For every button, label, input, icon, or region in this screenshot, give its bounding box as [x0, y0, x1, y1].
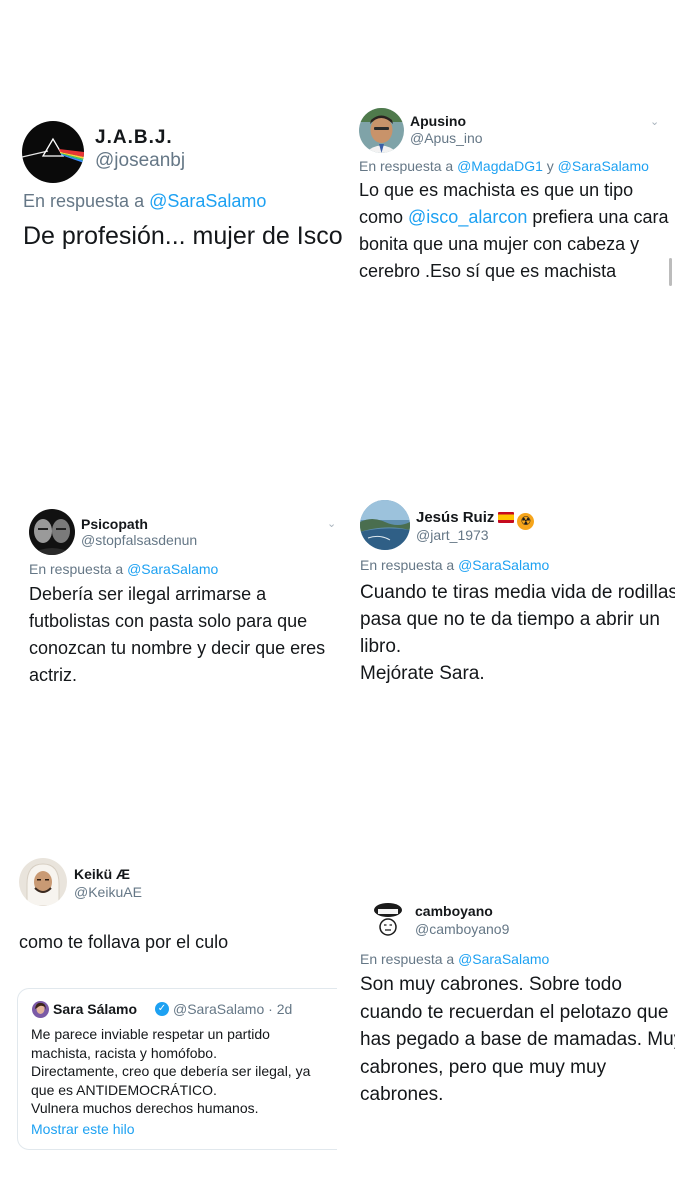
tweet-text-line: De profesión... mujer de Isco — [23, 222, 343, 250]
mention-link[interactable]: @SaraSalamo — [558, 158, 649, 174]
mention-link[interactable]: @isco_alarcon — [408, 207, 527, 227]
user-name-text: Jesús Ruiz — [416, 509, 495, 526]
tweet-text-line: pasa que no te da tiempo a abrir un — [360, 609, 660, 630]
mention-link[interactable]: @SaraSalamo — [458, 951, 549, 967]
reply-prefix: En respuesta a — [359, 158, 454, 174]
tweet-text-line: Lo que es machista es que un tipo — [359, 180, 634, 200]
tweet-text: Son muy cabrones. Sobre todo cuando te r… — [360, 975, 675, 1113]
tweet-text: Lo que es machista es que un tipo como @… — [359, 181, 668, 289]
avatar[interactable] — [32, 1001, 49, 1018]
chevron-down-icon[interactable]: ⌄ — [327, 517, 336, 530]
reply-context: En respuesta a @MagdaDG1 y @SaraSalamo — [359, 158, 649, 174]
tweet-text-line: como @isco_alarcon prefiera una cara — [359, 208, 668, 235]
tweet-text-line: Son muy cabrones. Sobre todo — [360, 974, 622, 995]
mention-link[interactable]: @SaraSalamo — [458, 557, 549, 573]
tweet-text-line: futbolistas con pasta solo para que — [29, 611, 308, 631]
user-handle[interactable]: @KeikuAE — [74, 884, 142, 900]
reply-joiner: y — [546, 158, 554, 174]
tweet-text: De profesión... mujer de Isco — [23, 224, 343, 249]
tweet-text: Cuando te tiras media vida de rodillas p… — [360, 583, 675, 691]
tweet-text-line: has pegado a base de mamadas. Muy — [360, 1029, 675, 1050]
user-name[interactable]: J.A.B.J. — [95, 127, 173, 149]
reply-context: En respuesta a @SaraSalamo — [23, 191, 266, 212]
tweet-text-line: conozcan tu nombre y decir que eres — [29, 638, 326, 658]
user-name[interactable]: Keikü Æ — [74, 866, 130, 882]
reply-prefix: En respuesta a — [23, 191, 145, 211]
show-thread-link[interactable]: Mostrar este hilo — [31, 1121, 134, 1137]
tweet-text-line: Debería ser ilegal arrimarse a — [29, 584, 267, 604]
tweet-text-line: cuando te recuerdan el pelotazo que — [360, 1001, 669, 1023]
avatar[interactable] — [19, 858, 67, 906]
mention-link[interactable]: @SaraSalamo — [127, 561, 218, 577]
reply-prefix: En respuesta a — [360, 951, 455, 967]
tweet-text: Debería ser ilegal arrimarse a futbolist… — [29, 585, 325, 693]
avatar[interactable] — [364, 897, 412, 945]
reply-context: En respuesta a @SaraSalamo — [360, 951, 549, 967]
verified-badge-icon: ✓ — [155, 1002, 169, 1016]
quoted-tweet[interactable]: Sara Sálamo ✓ @SaraSalamo · 2d Me parece… — [17, 988, 337, 1150]
tweet-text-line: cabrones, pero que muy muy — [360, 1056, 607, 1078]
quoted-user-meta[interactable]: @SaraSalamo · 2d — [173, 1001, 292, 1017]
avatar-prism-icon[interactable] — [22, 121, 84, 183]
user-handle[interactable]: @jart_1973 — [416, 527, 489, 543]
spain-flag-icon — [498, 512, 515, 523]
tweet-text-line: cerebro .Eso sí que es machista — [359, 261, 617, 281]
user-name[interactable]: Psicopath — [81, 516, 148, 532]
user-handle[interactable]: @joseanbj — [95, 150, 185, 172]
tweet-text: como te follava por el culo — [19, 933, 228, 951]
reply-context: En respuesta a @SaraSalamo — [29, 561, 218, 577]
mention-link[interactable]: @SaraSalamo — [149, 191, 266, 211]
quoted-user-name[interactable]: Sara Sálamo — [53, 1001, 137, 1017]
avatar[interactable] — [359, 108, 404, 153]
tweet-text-line: cabrones. — [360, 1084, 444, 1105]
mention-link[interactable]: @MagdaDG1 — [457, 158, 543, 174]
avatar[interactable] — [360, 500, 410, 550]
avatar[interactable] — [29, 509, 75, 555]
user-handle[interactable]: @camboyano9 — [415, 921, 509, 937]
tweet-text-fragment: prefiera una cara — [532, 207, 669, 227]
tweet-text-line: libro. — [360, 636, 402, 657]
radioactive-icon: ☢ — [517, 512, 535, 530]
quoted-tweet-text: Me parece inviable respetar un partido m… — [31, 1026, 310, 1119]
quoted-text-line: Directamente, creo que debería ser ilega… — [31, 1063, 311, 1079]
quoted-text-line: que es ANTIDEMOCRÁTICO. — [31, 1081, 217, 1098]
tweet-text-line: actriz. — [29, 665, 78, 685]
chevron-down-icon[interactable]: ⌄ — [650, 115, 659, 128]
reply-context: En respuesta a @SaraSalamo — [360, 557, 549, 573]
tweet-text-line: Mejórate Sara. — [360, 663, 485, 684]
tweet-text-line: Cuando te tiras media vida de rodillas — [360, 582, 675, 603]
tweet-text-fragment: como — [359, 207, 404, 227]
scrollbar[interactable] — [669, 258, 672, 286]
user-name[interactable]: camboyano — [415, 903, 493, 919]
tweet-text-line: bonita que una mujer con cabeza y — [359, 234, 640, 254]
reply-prefix: En respuesta a — [29, 561, 124, 577]
quoted-text-line: machista, racista y homófobo. — [31, 1044, 217, 1061]
user-name[interactable]: Apusino — [410, 113, 466, 129]
tweet-text-line: como te follava por el culo — [19, 932, 229, 952]
quoted-text-line: Me parece inviable respetar un partido — [31, 1026, 270, 1042]
reply-prefix: En respuesta a — [360, 557, 455, 573]
user-handle[interactable]: @Apus_ino — [410, 130, 483, 146]
user-handle[interactable]: @stopfalsasdenun — [81, 532, 197, 548]
quoted-text-line: Vulnera muchos derechos humanos. — [31, 1100, 259, 1116]
